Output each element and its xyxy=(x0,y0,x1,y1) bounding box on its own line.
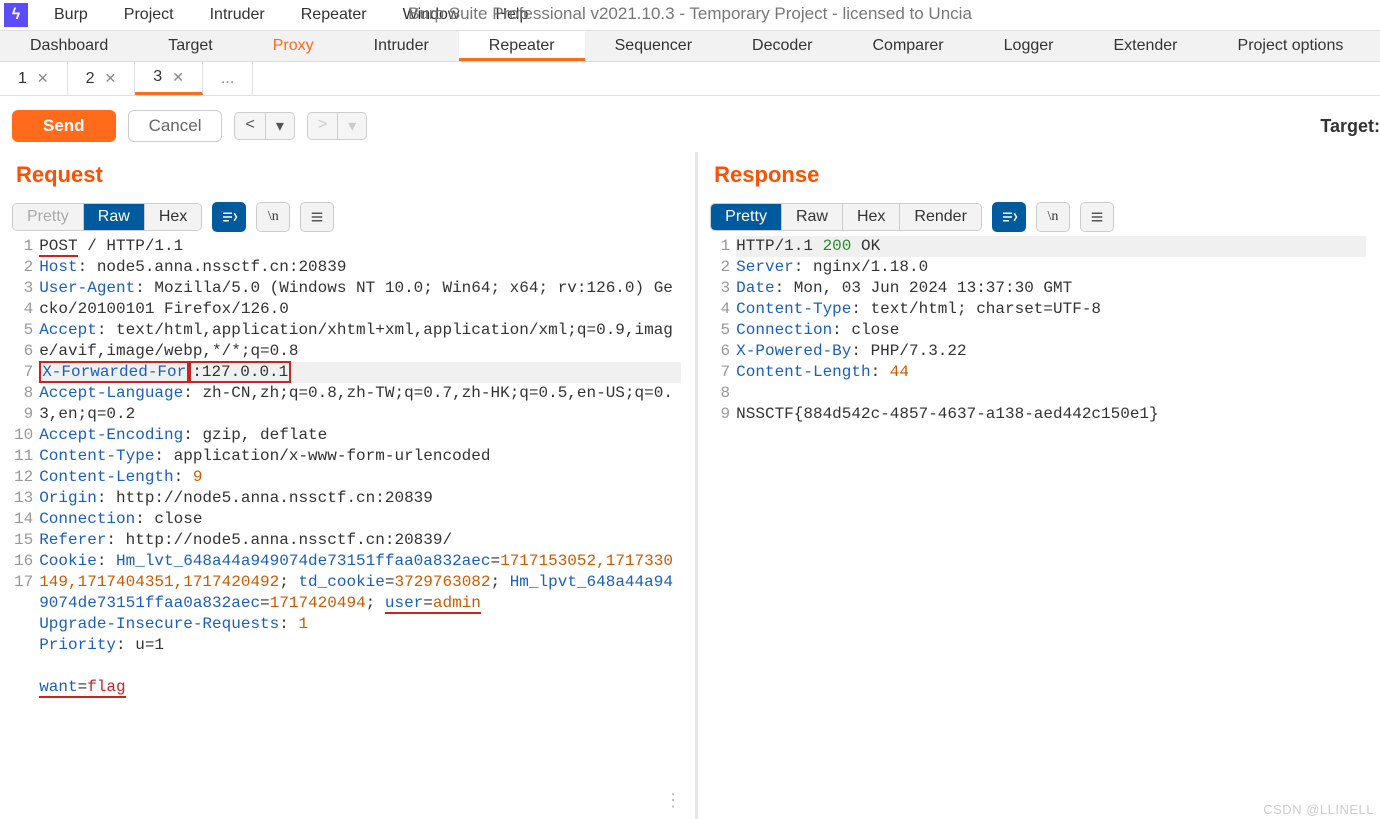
repeater-tab-3[interactable]: 3✕ xyxy=(135,62,203,95)
request-gutter: 1234567891011121314151617 xyxy=(12,236,39,819)
tool-tab-comparer[interactable]: Comparer xyxy=(843,31,974,61)
cancel-button[interactable]: Cancel xyxy=(128,110,223,142)
tool-tab-extender[interactable]: Extender xyxy=(1083,31,1207,61)
repeater-tab-1[interactable]: 1✕ xyxy=(0,62,68,95)
response-pane: Response PrettyRawHexRender \n 123456789… xyxy=(698,152,1380,819)
response-newline-icon[interactable]: \n xyxy=(1036,202,1070,232)
repeater-tab-...[interactable]: ... xyxy=(203,62,253,95)
action-row: Send Cancel < ▾ > ▾ Target: xyxy=(0,96,1380,152)
response-title: Response xyxy=(710,152,1376,202)
repeater-tabs: 1✕2✕3✕... xyxy=(0,62,1380,96)
request-code[interactable]: POST / HTTP/1.1Host: node5.anna.nssctf.c… xyxy=(39,236,691,819)
window-title: Burp Suite Professional v2021.10.3 - Tem… xyxy=(408,4,972,24)
history-back-dropdown[interactable]: ▾ xyxy=(266,112,295,140)
tool-tab-dashboard[interactable]: Dashboard xyxy=(0,31,138,61)
history-forward-group: > ▾ xyxy=(307,112,367,140)
response-view-row: PrettyRawHexRender \n xyxy=(710,202,1376,232)
history-forward-button[interactable]: > xyxy=(307,112,338,140)
tool-tab-project-options[interactable]: Project options xyxy=(1208,31,1374,61)
tool-tab-repeater[interactable]: Repeater xyxy=(459,31,585,61)
view-render[interactable]: Render xyxy=(900,204,980,230)
request-kebab-icon[interactable]: ⋮ xyxy=(664,792,683,813)
view-raw[interactable]: Raw xyxy=(782,204,843,230)
request-hamburger-icon[interactable] xyxy=(300,202,334,232)
request-pane: Request PrettyRawHex \n 1234567891011121… xyxy=(0,152,698,819)
response-editor[interactable]: 123456789 HTTP/1.1 200 OKServer: nginx/1… xyxy=(710,236,1376,819)
view-pretty[interactable]: Pretty xyxy=(711,204,782,230)
menu-repeater[interactable]: Repeater xyxy=(283,2,385,27)
tool-tab-intruder[interactable]: Intruder xyxy=(344,31,459,61)
response-view-segment: PrettyRawHexRender xyxy=(710,203,982,231)
request-view-row: PrettyRawHex \n xyxy=(12,202,691,232)
tool-tab-proxy[interactable]: Proxy xyxy=(243,31,344,61)
view-pretty[interactable]: Pretty xyxy=(13,204,84,230)
tool-tab-logger[interactable]: Logger xyxy=(974,31,1084,61)
view-raw[interactable]: Raw xyxy=(84,204,145,230)
view-hex[interactable]: Hex xyxy=(145,204,201,230)
close-icon[interactable]: ✕ xyxy=(37,70,49,87)
repeater-tab-2[interactable]: 2✕ xyxy=(68,62,136,95)
request-editor[interactable]: 1234567891011121314151617 POST / HTTP/1.… xyxy=(12,236,691,819)
response-code[interactable]: HTTP/1.1 200 OKServer: nginx/1.18.0Date:… xyxy=(736,236,1376,819)
menu-project[interactable]: Project xyxy=(106,2,192,27)
close-icon[interactable]: ✕ xyxy=(105,70,117,87)
editor-panes: Request PrettyRawHex \n 1234567891011121… xyxy=(0,152,1380,819)
tool-tab-target[interactable]: Target xyxy=(138,31,242,61)
tool-tab-sequencer[interactable]: Sequencer xyxy=(585,31,722,61)
burp-logo: ϟ xyxy=(4,3,28,27)
history-back-group: < ▾ xyxy=(234,112,294,140)
send-button[interactable]: Send xyxy=(12,110,116,142)
menu-intruder[interactable]: Intruder xyxy=(192,2,283,27)
target-label: Target: xyxy=(1320,116,1380,137)
response-gutter: 123456789 xyxy=(710,236,736,819)
history-back-button[interactable]: < xyxy=(234,112,265,140)
response-hamburger-icon[interactable] xyxy=(1080,202,1114,232)
view-hex[interactable]: Hex xyxy=(843,204,900,230)
request-title: Request xyxy=(12,152,691,202)
response-actions-icon[interactable] xyxy=(992,202,1026,232)
menubar: ϟ BurpProjectIntruderRepeaterWindowHelp … xyxy=(0,0,1380,30)
history-forward-dropdown[interactable]: ▾ xyxy=(338,112,367,140)
request-newline-icon[interactable]: \n xyxy=(256,202,290,232)
watermark: CSDN @LLINELL xyxy=(1263,802,1374,817)
menu-burp[interactable]: Burp xyxy=(36,2,106,27)
request-actions-icon[interactable] xyxy=(212,202,246,232)
request-view-segment: PrettyRawHex xyxy=(12,203,202,231)
close-icon[interactable]: ✕ xyxy=(172,69,184,86)
tools-tabs: DashboardTargetProxyIntruderRepeaterSequ… xyxy=(0,30,1380,62)
tool-tab-decoder[interactable]: Decoder xyxy=(722,31,842,61)
